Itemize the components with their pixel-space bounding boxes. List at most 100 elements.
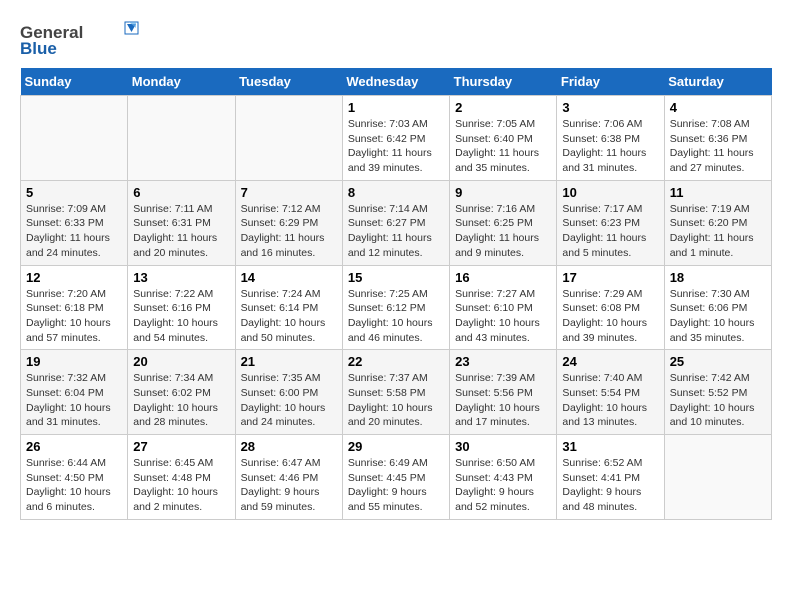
day-number: 24 xyxy=(562,354,658,369)
day-info: Sunrise: 7:27 AM Sunset: 6:10 PM Dayligh… xyxy=(455,287,551,346)
svg-text:Blue: Blue xyxy=(20,39,57,58)
day-info: Sunrise: 7:32 AM Sunset: 6:04 PM Dayligh… xyxy=(26,371,122,430)
day-number: 19 xyxy=(26,354,122,369)
day-number: 27 xyxy=(133,439,229,454)
day-number: 7 xyxy=(241,185,337,200)
calendar-cell: 4 Sunrise: 7:08 AM Sunset: 6:36 PM Daylig… xyxy=(664,96,771,181)
calendar-cell: 13 Sunrise: 7:22 AM Sunset: 6:16 PM Dayli… xyxy=(128,265,235,350)
calendar-cell: 18 Sunrise: 7:30 AM Sunset: 6:06 PM Dayli… xyxy=(664,265,771,350)
calendar-cell: 25 Sunrise: 7:42 AM Sunset: 5:52 PM Dayli… xyxy=(664,350,771,435)
day-info: Sunrise: 7:34 AM Sunset: 6:02 PM Dayligh… xyxy=(133,371,229,430)
day-info: Sunrise: 7:37 AM Sunset: 5:58 PM Dayligh… xyxy=(348,371,444,430)
day-info: Sunrise: 7:03 AM Sunset: 6:42 PM Dayligh… xyxy=(348,117,444,176)
calendar-cell: 21Sunrise: 7:35 AM Sunset: 6:00 PM Dayli… xyxy=(235,350,342,435)
day-number: 21 xyxy=(241,354,337,369)
calendar-cell: 7Sunrise: 7:12 AM Sunset: 6:29 PM Daylig… xyxy=(235,180,342,265)
calendar-cell: 6 Sunrise: 7:11 AM Sunset: 6:31 PM Daylig… xyxy=(128,180,235,265)
calendar-week-5: 26 Sunrise: 6:44 AM Sunset: 4:50 PM Dayli… xyxy=(21,435,772,520)
day-info: Sunrise: 7:39 AM Sunset: 5:56 PM Dayligh… xyxy=(455,371,551,430)
calendar-cell: 10 Sunrise: 7:17 AM Sunset: 6:23 PM Dayli… xyxy=(557,180,664,265)
calendar-cell: 20 Sunrise: 7:34 AM Sunset: 6:02 PM Dayli… xyxy=(128,350,235,435)
day-info: Sunrise: 7:22 AM Sunset: 6:16 PM Dayligh… xyxy=(133,287,229,346)
calendar-week-1: 1 Sunrise: 7:03 AM Sunset: 6:42 PM Daylig… xyxy=(21,96,772,181)
calendar-cell: 27 Sunrise: 6:45 AM Sunset: 4:48 PM Dayli… xyxy=(128,435,235,520)
calendar-week-2: 5 Sunrise: 7:09 AM Sunset: 6:33 PM Daylig… xyxy=(21,180,772,265)
day-header-wednesday: Wednesday xyxy=(342,68,449,96)
day-info: Sunrise: 7:09 AM Sunset: 6:33 PM Dayligh… xyxy=(26,202,122,261)
calendar-cell: 24Sunrise: 7:40 AM Sunset: 5:54 PM Dayli… xyxy=(557,350,664,435)
day-info: Sunrise: 6:50 AM Sunset: 4:43 PM Dayligh… xyxy=(455,456,551,515)
day-header-friday: Friday xyxy=(557,68,664,96)
logo: General Blue xyxy=(20,20,140,58)
day-number: 26 xyxy=(26,439,122,454)
calendar-week-4: 19 Sunrise: 7:32 AM Sunset: 6:04 PM Dayli… xyxy=(21,350,772,435)
day-number: 1 xyxy=(348,100,444,115)
day-info: Sunrise: 6:47 AM Sunset: 4:46 PM Dayligh… xyxy=(241,456,337,515)
day-number: 14 xyxy=(241,270,337,285)
day-info: Sunrise: 7:17 AM Sunset: 6:23 PM Dayligh… xyxy=(562,202,658,261)
day-info: Sunrise: 6:45 AM Sunset: 4:48 PM Dayligh… xyxy=(133,456,229,515)
day-number: 13 xyxy=(133,270,229,285)
calendar-cell xyxy=(235,96,342,181)
day-info: Sunrise: 6:44 AM Sunset: 4:50 PM Dayligh… xyxy=(26,456,122,515)
day-number: 23 xyxy=(455,354,551,369)
calendar-cell: 14Sunrise: 7:24 AM Sunset: 6:14 PM Dayli… xyxy=(235,265,342,350)
day-number: 28 xyxy=(241,439,337,454)
day-header-sunday: Sunday xyxy=(21,68,128,96)
day-number: 2 xyxy=(455,100,551,115)
calendar-cell: 28 Sunrise: 6:47 AM Sunset: 4:46 PM Dayli… xyxy=(235,435,342,520)
day-info: Sunrise: 7:29 AM Sunset: 6:08 PM Dayligh… xyxy=(562,287,658,346)
day-number: 30 xyxy=(455,439,551,454)
day-number: 29 xyxy=(348,439,444,454)
day-info: Sunrise: 6:49 AM Sunset: 4:45 PM Dayligh… xyxy=(348,456,444,515)
day-number: 20 xyxy=(133,354,229,369)
calendar-cell: 9 Sunrise: 7:16 AM Sunset: 6:25 PM Daylig… xyxy=(450,180,557,265)
header: General Blue xyxy=(20,20,772,58)
day-number: 12 xyxy=(26,270,122,285)
day-header-tuesday: Tuesday xyxy=(235,68,342,96)
day-number: 9 xyxy=(455,185,551,200)
calendar-cell: 15 Sunrise: 7:25 AM Sunset: 6:12 PM Dayli… xyxy=(342,265,449,350)
day-number: 16 xyxy=(455,270,551,285)
day-number: 8 xyxy=(348,185,444,200)
day-info: Sunrise: 7:30 AM Sunset: 6:06 PM Dayligh… xyxy=(670,287,766,346)
day-number: 5 xyxy=(26,185,122,200)
calendar-cell: 31Sunrise: 6:52 AM Sunset: 4:41 PM Dayli… xyxy=(557,435,664,520)
day-number: 10 xyxy=(562,185,658,200)
calendar-cell: 29 Sunrise: 6:49 AM Sunset: 4:45 PM Dayli… xyxy=(342,435,449,520)
day-header-thursday: Thursday xyxy=(450,68,557,96)
day-info: Sunrise: 7:16 AM Sunset: 6:25 PM Dayligh… xyxy=(455,202,551,261)
day-info: Sunrise: 7:11 AM Sunset: 6:31 PM Dayligh… xyxy=(133,202,229,261)
day-number: 18 xyxy=(670,270,766,285)
calendar-cell xyxy=(664,435,771,520)
day-info: Sunrise: 7:20 AM Sunset: 6:18 PM Dayligh… xyxy=(26,287,122,346)
day-number: 6 xyxy=(133,185,229,200)
logo-text: General Blue xyxy=(20,20,140,58)
calendar-cell: 3Sunrise: 7:06 AM Sunset: 6:38 PM Daylig… xyxy=(557,96,664,181)
calendar-cell: 23 Sunrise: 7:39 AM Sunset: 5:56 PM Dayli… xyxy=(450,350,557,435)
calendar-cell: 1 Sunrise: 7:03 AM Sunset: 6:42 PM Daylig… xyxy=(342,96,449,181)
calendar-cell: 16 Sunrise: 7:27 AM Sunset: 6:10 PM Dayli… xyxy=(450,265,557,350)
calendar-cell xyxy=(21,96,128,181)
day-info: Sunrise: 7:14 AM Sunset: 6:27 PM Dayligh… xyxy=(348,202,444,261)
day-info: Sunrise: 7:25 AM Sunset: 6:12 PM Dayligh… xyxy=(348,287,444,346)
calendar-cell: 2 Sunrise: 7:05 AM Sunset: 6:40 PM Daylig… xyxy=(450,96,557,181)
calendar-cell: 22 Sunrise: 7:37 AM Sunset: 5:58 PM Dayli… xyxy=(342,350,449,435)
day-info: Sunrise: 7:08 AM Sunset: 6:36 PM Dayligh… xyxy=(670,117,766,176)
day-number: 22 xyxy=(348,354,444,369)
calendar-cell xyxy=(128,96,235,181)
day-number: 3 xyxy=(562,100,658,115)
calendar-table: SundayMondayTuesdayWednesdayThursdayFrid… xyxy=(20,68,772,520)
calendar-cell: 19 Sunrise: 7:32 AM Sunset: 6:04 PM Dayli… xyxy=(21,350,128,435)
calendar-week-3: 12 Sunrise: 7:20 AM Sunset: 6:18 PM Dayli… xyxy=(21,265,772,350)
day-number: 25 xyxy=(670,354,766,369)
day-info: Sunrise: 7:42 AM Sunset: 5:52 PM Dayligh… xyxy=(670,371,766,430)
day-info: Sunrise: 7:19 AM Sunset: 6:20 PM Dayligh… xyxy=(670,202,766,261)
calendar-cell: 11Sunrise: 7:19 AM Sunset: 6:20 PM Dayli… xyxy=(664,180,771,265)
calendar-cell: 8 Sunrise: 7:14 AM Sunset: 6:27 PM Daylig… xyxy=(342,180,449,265)
day-number: 15 xyxy=(348,270,444,285)
day-number: 31 xyxy=(562,439,658,454)
day-info: Sunrise: 7:05 AM Sunset: 6:40 PM Dayligh… xyxy=(455,117,551,176)
calendar-cell: 12 Sunrise: 7:20 AM Sunset: 6:18 PM Dayli… xyxy=(21,265,128,350)
day-number: 4 xyxy=(670,100,766,115)
